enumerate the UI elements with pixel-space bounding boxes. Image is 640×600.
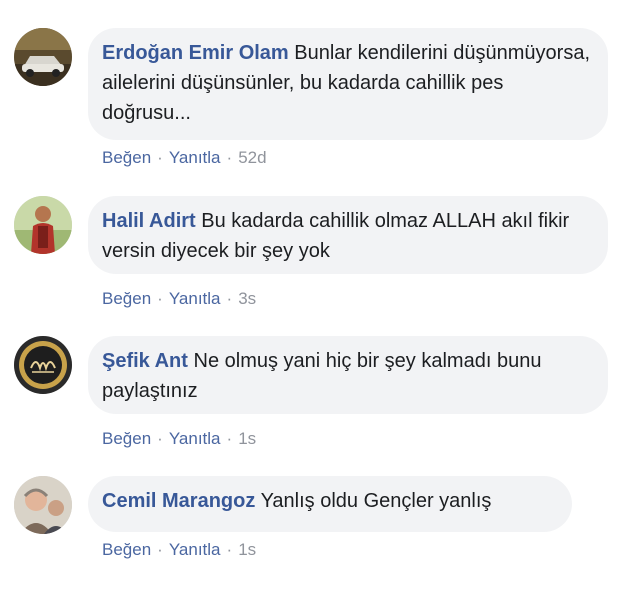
reply-link[interactable]: Yanıtla bbox=[169, 289, 221, 308]
comment-bubble: Erdoğan Emir Olam Bunlar kendilerini düş… bbox=[88, 28, 608, 140]
comment-actions: Beğen · Yanıtla · 1s bbox=[102, 429, 256, 449]
like-link[interactable]: Beğen bbox=[102, 429, 151, 448]
like-link[interactable]: Beğen bbox=[102, 289, 151, 308]
like-link[interactable]: Beğen bbox=[102, 148, 151, 167]
comment-author[interactable]: Halil Adirt bbox=[102, 210, 196, 232]
car-photo-avatar[interactable] bbox=[14, 28, 72, 86]
calligraphy-emblem-avatar[interactable] bbox=[14, 336, 72, 394]
separator-dot: · bbox=[157, 540, 163, 559]
comment-timestamp[interactable]: 1s bbox=[238, 540, 256, 559]
comment-bubble: Şefik Ant Ne olmuş yani hiç bir şey kalm… bbox=[88, 336, 608, 414]
comment-bubble: Halil Adirt Bu kadarda cahillik olmaz AL… bbox=[88, 196, 608, 274]
separator-dot: · bbox=[226, 540, 233, 559]
comment-author[interactable]: Erdoğan Emir Olam bbox=[102, 42, 289, 64]
comment-actions: Beğen · Yanıtla · 3s bbox=[102, 289, 256, 309]
reply-link[interactable]: Yanıtla bbox=[169, 540, 221, 559]
separator-dot: · bbox=[157, 289, 163, 308]
separator-dot: · bbox=[157, 148, 163, 167]
comment-timestamp[interactable]: 52d bbox=[238, 148, 266, 167]
person-photo-avatar[interactable] bbox=[14, 196, 72, 254]
comment-actions: Beğen · Yanıtla · 52d bbox=[102, 148, 267, 168]
reply-link[interactable]: Yanıtla bbox=[169, 429, 221, 448]
two-people-photo-avatar[interactable] bbox=[14, 476, 72, 534]
comment-text: Yanlış oldu Gençler yanlış bbox=[260, 490, 492, 512]
comment-actions: Beğen · Yanıtla · 1s bbox=[102, 540, 256, 560]
comment-timestamp[interactable]: 3s bbox=[238, 289, 256, 308]
comment-author[interactable]: Şefik Ant bbox=[102, 350, 188, 372]
like-link[interactable]: Beğen bbox=[102, 540, 151, 559]
separator-dot: · bbox=[226, 289, 233, 308]
comment-author[interactable]: Cemil Marangoz bbox=[102, 490, 255, 512]
separator-dot: · bbox=[157, 429, 163, 448]
separator-dot: · bbox=[226, 429, 233, 448]
reply-link[interactable]: Yanıtla bbox=[169, 148, 221, 167]
comment-timestamp[interactable]: 1s bbox=[238, 429, 256, 448]
separator-dot: · bbox=[226, 148, 233, 167]
comment-bubble: Cemil Marangoz Yanlış oldu Gençler yanlı… bbox=[88, 476, 572, 532]
